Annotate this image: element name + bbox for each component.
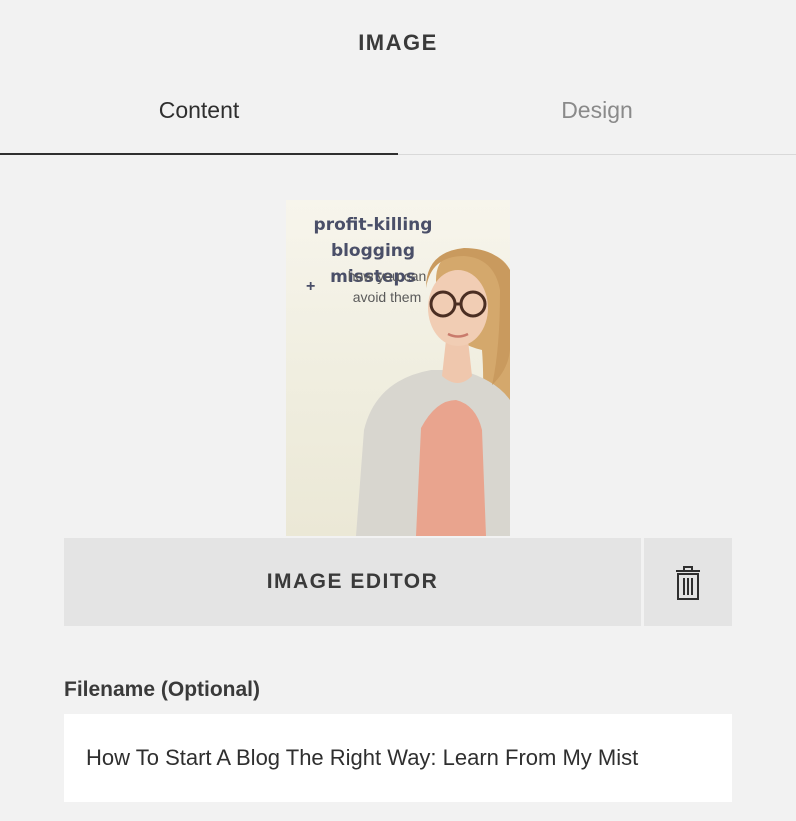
- filename-input[interactable]: How To Start A Blog The Right Way: Learn…: [64, 714, 732, 802]
- tab-bar: Content Design: [0, 78, 796, 156]
- portrait-illustration: [356, 248, 510, 536]
- active-tab-indicator: [0, 153, 398, 155]
- image-thumbnail[interactable]: profit-killing blogging missteps + how y…: [286, 200, 510, 536]
- image-block-panel: IMAGE Content Design profit-killing blog…: [0, 0, 796, 821]
- delete-image-button[interactable]: [644, 538, 732, 626]
- panel-title: IMAGE: [358, 30, 438, 55]
- image-editor-button[interactable]: IMAGE EDITOR: [64, 538, 641, 626]
- tab-design[interactable]: Design: [398, 78, 796, 154]
- filename-label: Filename (Optional): [64, 678, 261, 701]
- trash-icon: [676, 566, 700, 600]
- tab-content[interactable]: Content: [0, 78, 398, 154]
